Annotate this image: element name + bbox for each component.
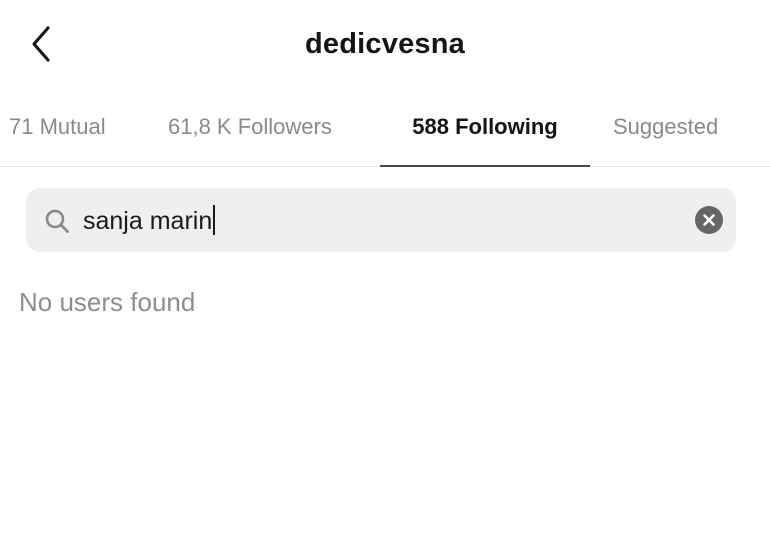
clear-icon bbox=[703, 214, 715, 226]
page-title: dedicvesna bbox=[305, 28, 465, 60]
tab-mutual[interactable]: 71 Mutual bbox=[9, 100, 106, 166]
empty-results-message: No users found bbox=[19, 287, 196, 317]
search-icon bbox=[45, 209, 69, 233]
search-bar[interactable]: sanja marin bbox=[26, 188, 736, 252]
tab-bar: 71 Mutual 61,8 K Followers 588 Following… bbox=[0, 100, 770, 167]
clear-search-button[interactable] bbox=[695, 206, 723, 234]
search-input[interactable]: sanja marin bbox=[83, 205, 216, 236]
tab-following[interactable]: 588 Following bbox=[380, 100, 590, 167]
tab-suggested[interactable]: Suggested bbox=[613, 100, 718, 166]
tab-following-label: 588 Following bbox=[412, 114, 558, 139]
text-caret bbox=[213, 205, 216, 235]
search-input-value: sanja marin bbox=[83, 207, 213, 235]
tab-followers[interactable]: 61,8 K Followers bbox=[168, 100, 332, 166]
top-bar: dedicvesna bbox=[0, 0, 770, 92]
active-tab-indicator bbox=[380, 165, 590, 167]
